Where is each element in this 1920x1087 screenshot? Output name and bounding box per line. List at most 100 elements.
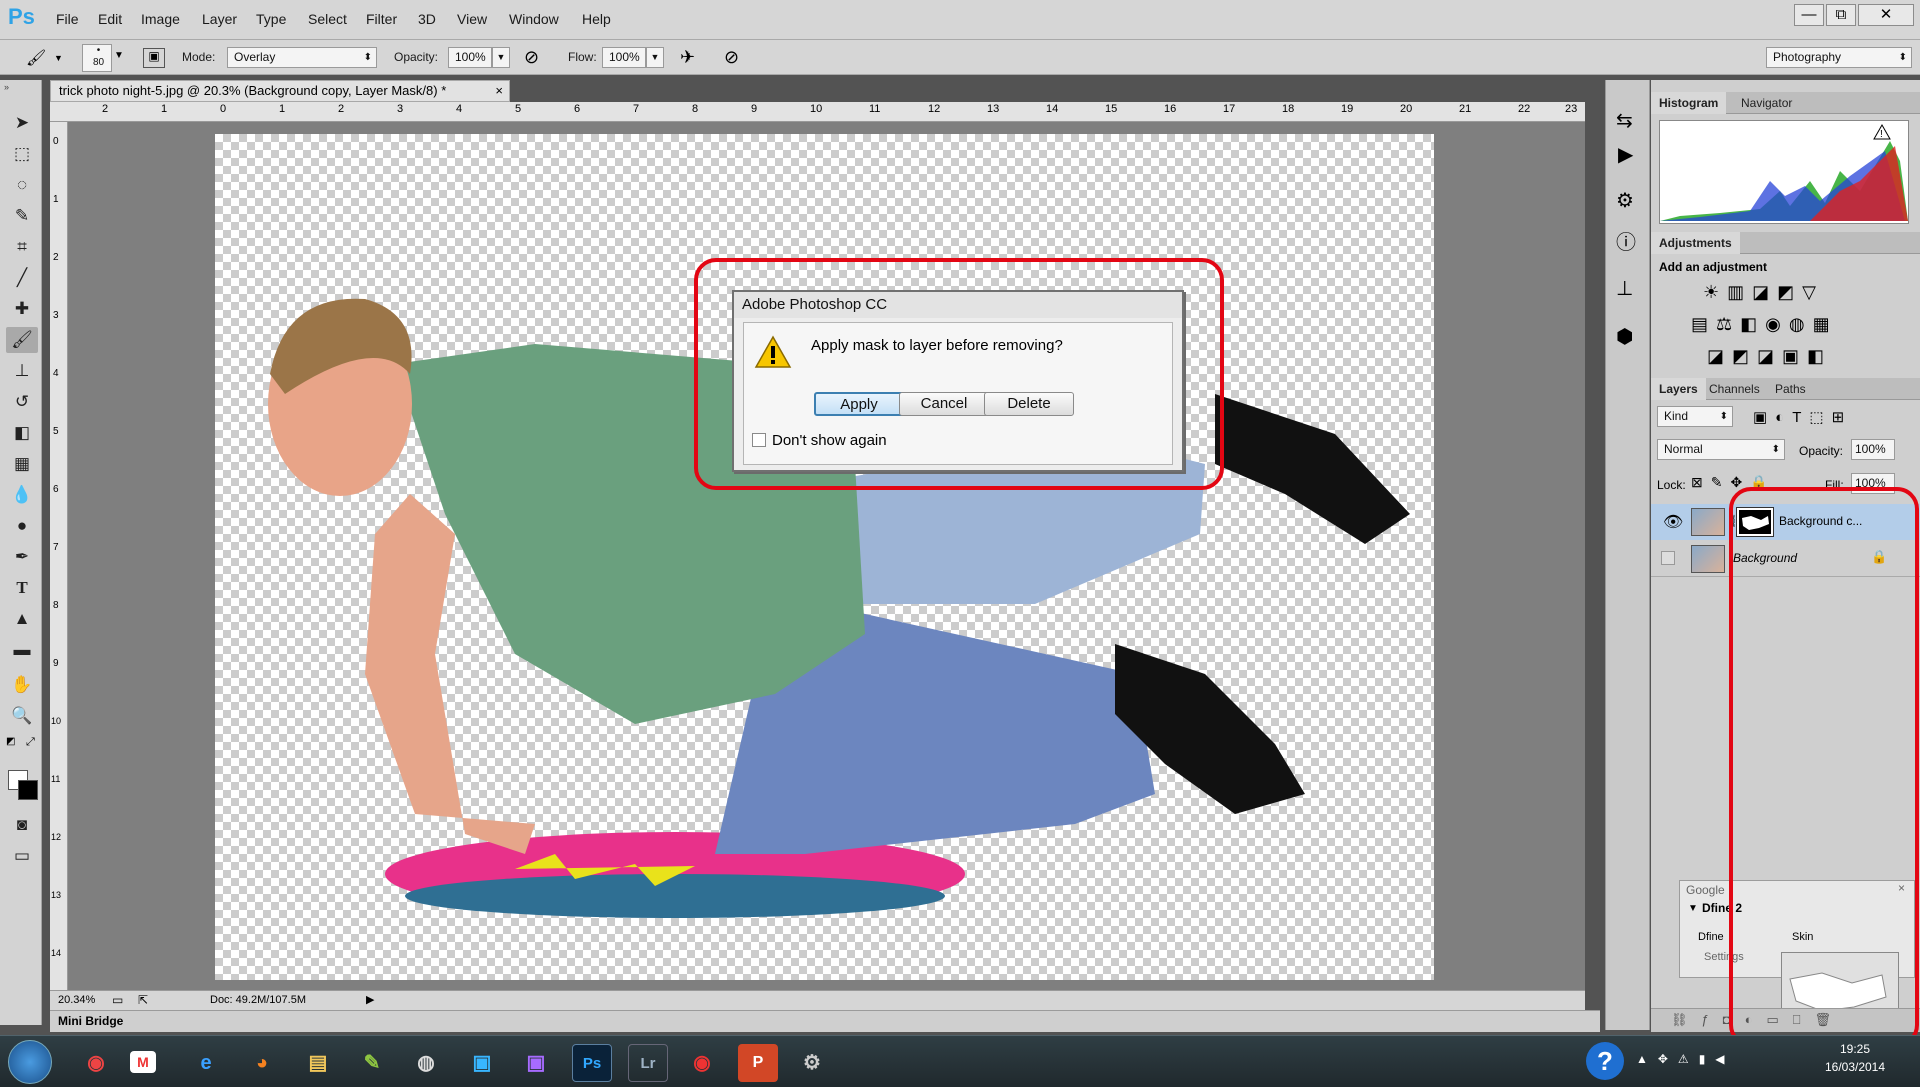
dodge-tool-icon[interactable]: ●: [6, 513, 38, 539]
flow-input[interactable]: 100%: [602, 47, 646, 68]
lightroom-taskbar-icon[interactable]: Lr: [628, 1044, 668, 1082]
menu-filter[interactable]: Filter: [366, 11, 397, 27]
status-menu-arrow-icon[interactable]: ▶: [366, 993, 374, 1006]
workspace-select[interactable]: Photography ⬍: [1766, 47, 1912, 68]
opacity-input[interactable]: 100%: [448, 47, 492, 68]
3d-icon[interactable]: ⬢: [1616, 324, 1633, 349]
tab-layers[interactable]: Layers: [1651, 378, 1706, 400]
app-icon[interactable]: ◍: [406, 1044, 446, 1082]
adjustment-icons-row-2[interactable]: ▤⚖◧◉◍▦: [1691, 314, 1838, 335]
firefox-icon[interactable]: ◕: [242, 1044, 282, 1082]
powerpoint-icon[interactable]: P: [738, 1044, 778, 1082]
tray-icons[interactable]: ▲✥⚠▮◀: [1636, 1052, 1735, 1066]
menu-3d[interactable]: 3D: [418, 11, 436, 27]
app-red-icon[interactable]: ◉: [682, 1044, 722, 1082]
restore-button[interactable]: ⧉: [1826, 4, 1856, 26]
tab-histogram[interactable]: Histogram: [1651, 92, 1727, 114]
menu-file[interactable]: File: [56, 11, 79, 27]
app-gear-icon[interactable]: ⚙: [792, 1044, 832, 1082]
background-color-swatch[interactable]: [18, 780, 38, 800]
share-icon[interactable]: ⇱: [138, 993, 148, 1007]
gradient-tool-icon[interactable]: ▦: [6, 451, 38, 477]
brush-tool-icon[interactable]: 🖌: [26, 48, 48, 68]
gmail-icon[interactable]: M: [130, 1051, 156, 1073]
menu-type[interactable]: Type: [256, 11, 286, 27]
pen-tool-icon[interactable]: ✒: [6, 544, 38, 570]
hand-tool-icon[interactable]: ✋: [6, 672, 38, 698]
eraser-tool-icon[interactable]: ◧: [6, 420, 38, 446]
chrome-icon[interactable]: ◉: [76, 1044, 116, 1082]
lasso-tool-icon[interactable]: ◌: [6, 172, 38, 198]
layer-kind-filter[interactable]: Kind ⬍: [1657, 406, 1733, 427]
brush-panel-icon[interactable]: ▣: [143, 48, 165, 68]
explorer-icon[interactable]: ▤: [298, 1044, 338, 1082]
healing-brush-tool-icon[interactable]: ✚: [6, 296, 38, 322]
internet-explorer-icon[interactable]: e: [186, 1044, 226, 1082]
zoom-tool-icon[interactable]: 🔍: [6, 703, 38, 729]
close-window-button[interactable]: ✕: [1858, 4, 1914, 26]
close-tab-icon[interactable]: ×: [495, 81, 503, 101]
layer-filter-icons[interactable]: ▣◐T⬚⊞: [1753, 408, 1852, 426]
clone-stamp-tool-icon[interactable]: ⊥: [6, 358, 38, 384]
blur-tool-icon[interactable]: 💧: [6, 482, 38, 508]
move-tool-icon[interactable]: ➤: [6, 110, 38, 136]
type-tool-icon[interactable]: T: [6, 575, 38, 601]
marquee-tool-icon[interactable]: ⬚: [6, 141, 38, 167]
opacity-dropdown[interactable]: ▼: [492, 47, 510, 68]
layer-opacity-input[interactable]: 100%: [1851, 439, 1895, 460]
menu-window[interactable]: Window: [509, 11, 559, 27]
properties-icon[interactable]: ⚙: [1616, 188, 1634, 213]
adjustment-icons-row-3[interactable]: ◪◩◪▣◧: [1707, 346, 1832, 367]
menu-select[interactable]: Select: [308, 11, 347, 27]
app-purple-icon[interactable]: ▣: [516, 1044, 556, 1082]
evernote-icon[interactable]: ✎: [352, 1044, 392, 1082]
tab-channels[interactable]: Channels: [1701, 378, 1768, 400]
actions-play-icon[interactable]: ▶: [1618, 142, 1633, 167]
default-colors-icon[interactable]: ◩: [6, 736, 15, 747]
flow-dropdown[interactable]: ▼: [646, 47, 664, 68]
adjustment-icons-row-1[interactable]: ☀▥◪◩▽: [1703, 282, 1824, 303]
airbrush-icon[interactable]: ✈: [680, 47, 695, 68]
visibility-toggle[interactable]: [1661, 551, 1675, 565]
minimize-button[interactable]: —: [1794, 4, 1824, 26]
menu-view[interactable]: View: [457, 11, 487, 27]
tab-navigator[interactable]: Navigator: [1733, 92, 1800, 114]
menu-help[interactable]: Help: [582, 11, 611, 27]
screen-mode-icon[interactable]: ▭: [6, 843, 38, 869]
quick-select-tool-icon[interactable]: ✎: [6, 203, 38, 229]
pressure-size-icon[interactable]: ⊘: [724, 47, 739, 68]
document-tab[interactable]: trick photo night-5.jpg @ 20.3% (Backgro…: [50, 80, 510, 102]
clone-source-icon[interactable]: ⊥: [1616, 276, 1633, 301]
menu-edit[interactable]: Edit: [98, 11, 122, 27]
menu-layer[interactable]: Layer: [202, 11, 237, 27]
path-select-tool-icon[interactable]: ▲: [6, 606, 38, 632]
tab-paths[interactable]: Paths: [1767, 378, 1814, 400]
brush-tool-icon[interactable]: 🖌: [6, 327, 38, 353]
clock-time[interactable]: 19:25: [1815, 1042, 1895, 1056]
pressure-opacity-icon[interactable]: ⊘: [524, 47, 539, 68]
tab-adjustments[interactable]: Adjustments: [1651, 232, 1740, 254]
chevron-down-icon[interactable]: ▼: [54, 53, 63, 63]
mini-bridge-bar[interactable]: Mini Bridge: [50, 1010, 1600, 1032]
info-icon[interactable]: ⓘ: [1616, 226, 1636, 255]
menu-image[interactable]: Image: [141, 11, 180, 27]
eyedropper-tool-icon[interactable]: ╱: [6, 265, 38, 291]
app-blue-icon[interactable]: ▣: [462, 1044, 502, 1082]
collapse-icon[interactable]: »: [4, 82, 9, 92]
dfine-sub-1[interactable]: Dfine: [1698, 931, 1724, 943]
mode-select[interactable]: Overlay ⬍: [227, 47, 377, 68]
eye-icon[interactable]: 👁: [1663, 512, 1683, 532]
chevron-down-icon[interactable]: ▼: [114, 50, 124, 61]
quick-mask-icon[interactable]: ◙: [6, 812, 38, 838]
swap-colors-icon[interactable]: ⤢: [26, 736, 35, 749]
brush-size-picker[interactable]: • 80: [82, 44, 112, 72]
crop-tool-icon[interactable]: ⌗: [6, 234, 38, 260]
history-icon[interactable]: ⇆: [1616, 108, 1633, 133]
help-icon[interactable]: ?: [1586, 1042, 1624, 1080]
rectangle-tool-icon[interactable]: ▬: [6, 637, 38, 663]
zoom-level[interactable]: 20.34%: [58, 994, 95, 1006]
history-brush-tool-icon[interactable]: ↺: [6, 389, 38, 415]
photoshop-taskbar-icon[interactable]: Ps: [572, 1044, 612, 1082]
triangle-down-icon[interactable]: ▼: [1688, 903, 1698, 914]
blend-mode-select[interactable]: Normal ⬍: [1657, 439, 1785, 460]
